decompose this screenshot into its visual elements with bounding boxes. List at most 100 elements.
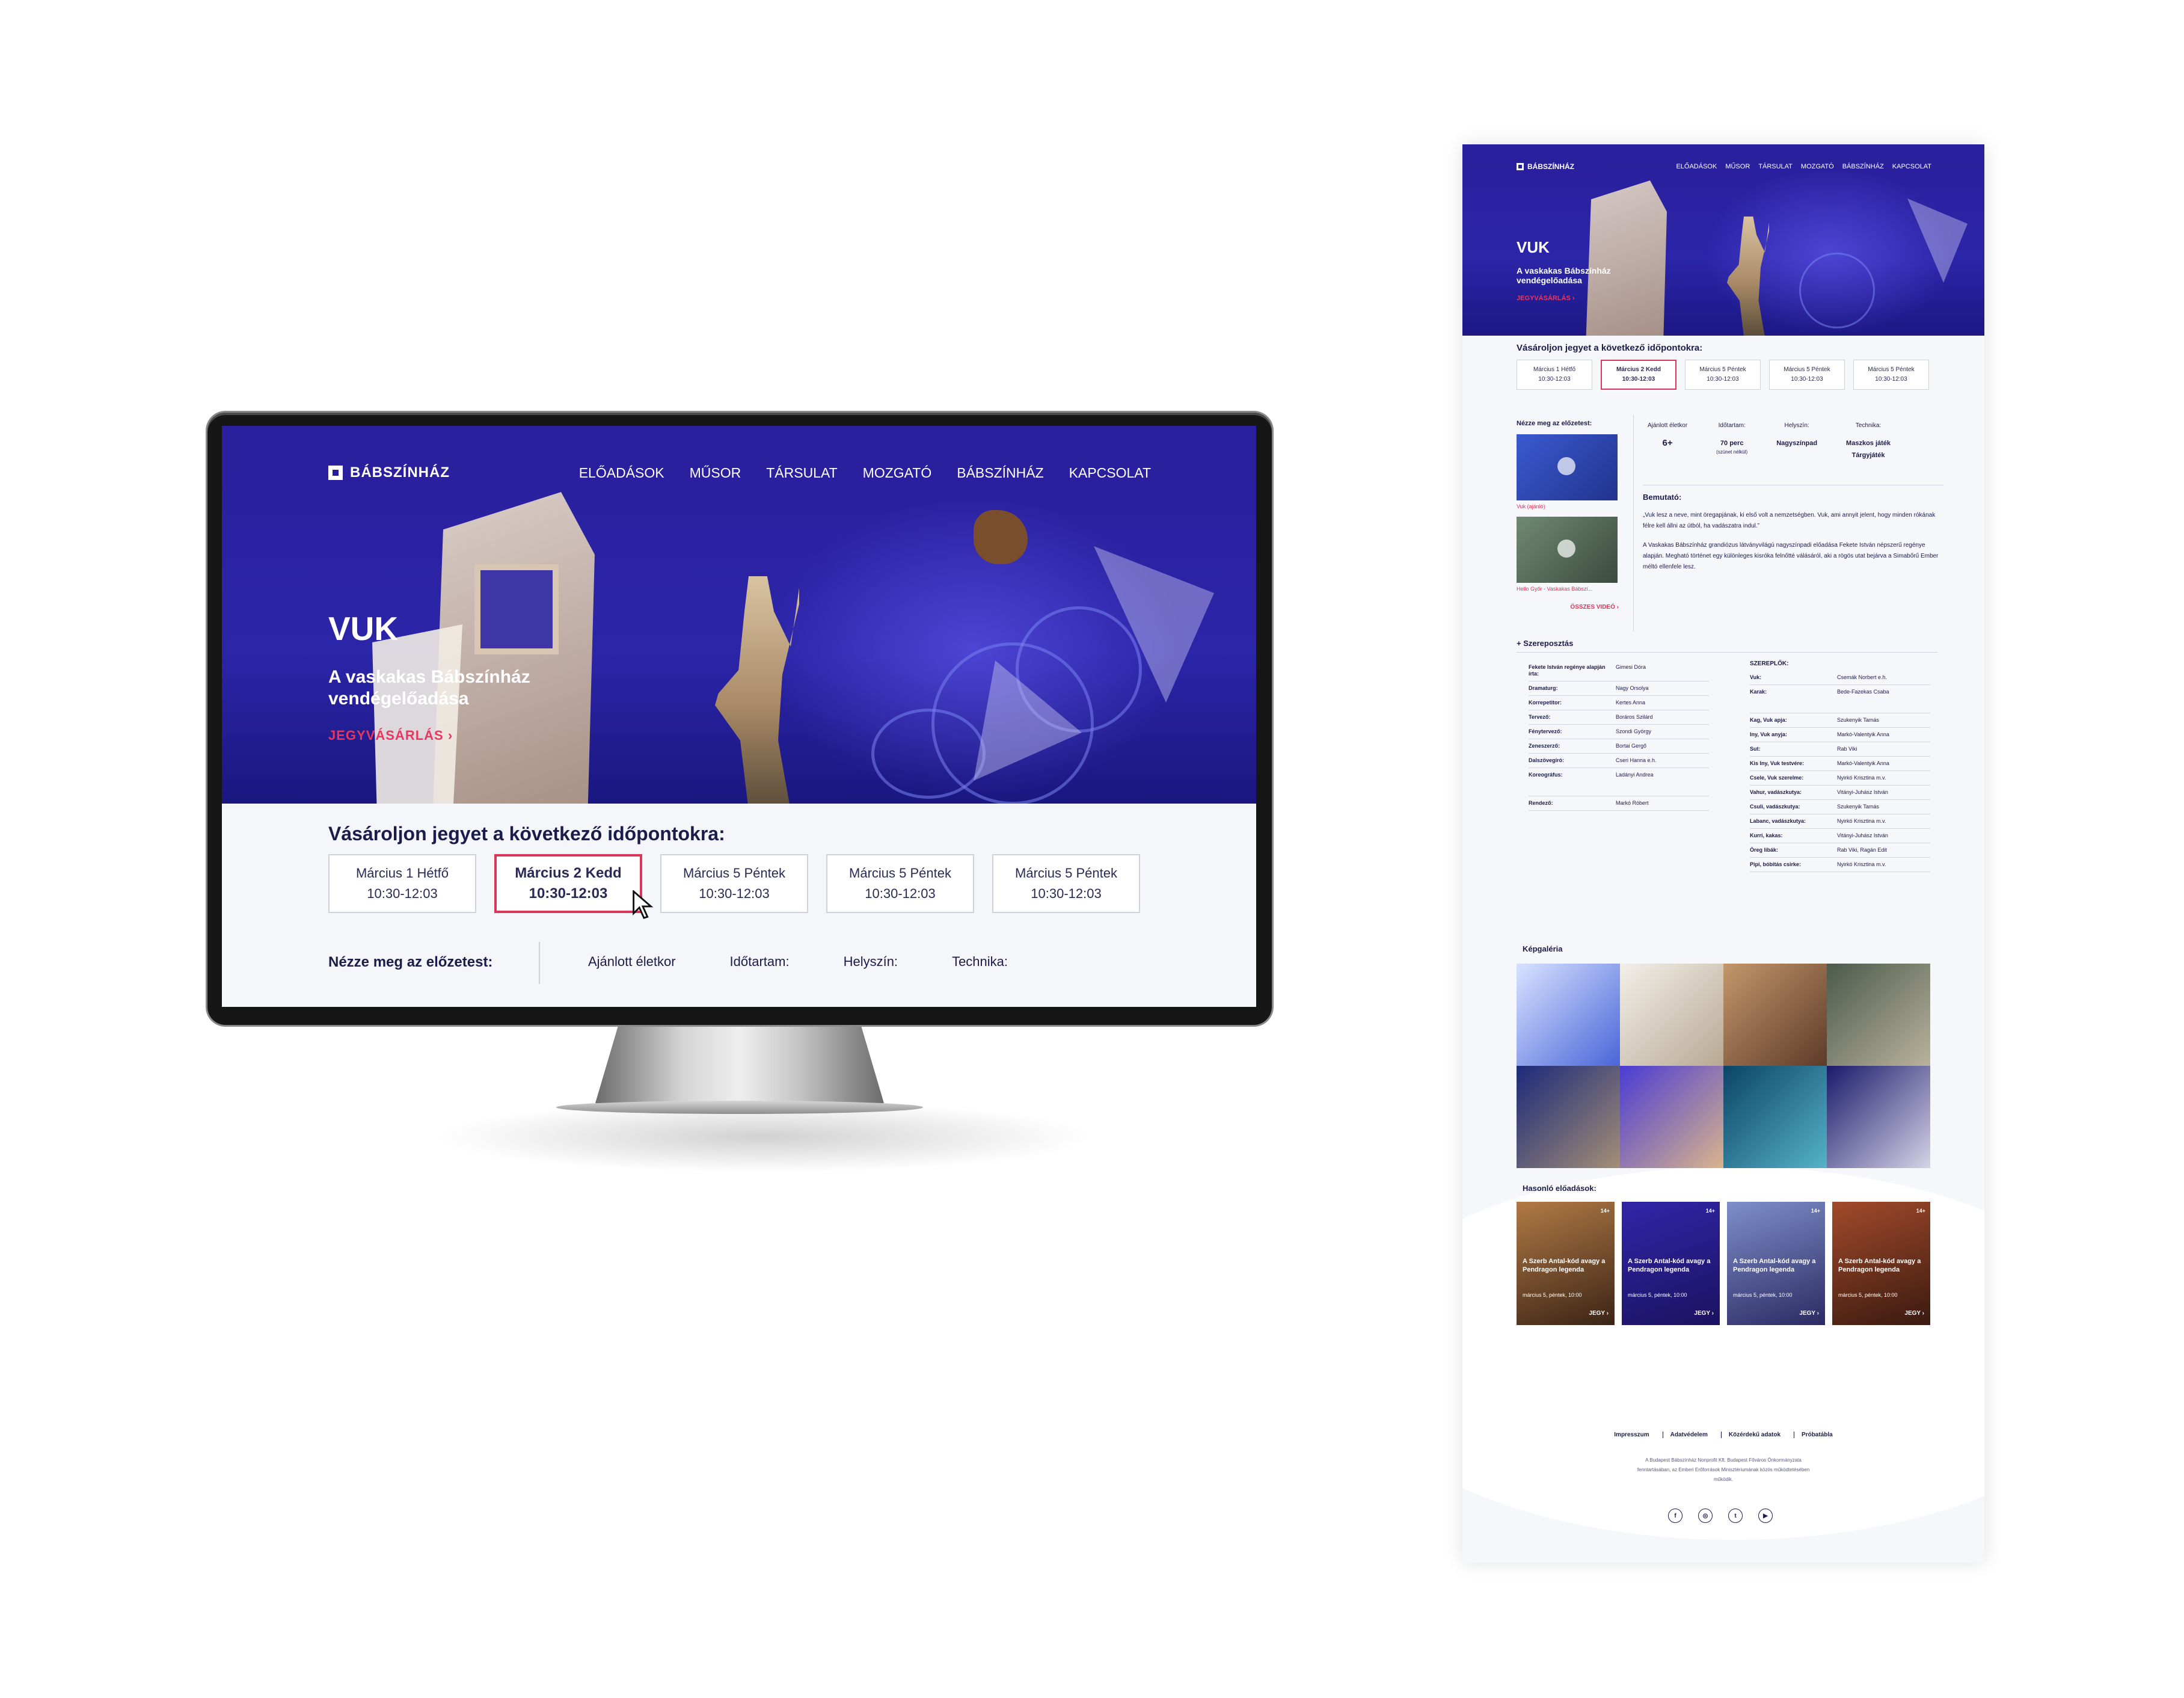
info-venue: Helyszín: Nagyszínpad (1776, 422, 1817, 461)
player-role: Kag, Vuk apja: (1750, 717, 1787, 723)
ticket-link[interactable]: JEGY › (1799, 1310, 1819, 1317)
crew-row: Fénytervező: Szondi György (1529, 725, 1709, 739)
nav-item-tarsulat[interactable]: TÁRSULAT (766, 465, 837, 481)
ticket-date-option[interactable]: Március 5 Péntek 10:30-12:03 (992, 854, 1140, 913)
ticket-date-option[interactable]: Március 5 Péntek 10:30-12:03 (1685, 360, 1761, 390)
value-technique: Maszkos játék (1846, 440, 1891, 447)
gallery-photo[interactable] (1723, 1066, 1827, 1168)
ticket-date-option[interactable]: Március 5 Péntek 10:30-12:03 (826, 854, 974, 913)
player-role: Vahur, vadászkutya: (1750, 789, 1802, 795)
video-caption[interactable]: Hello Győr - Vaskakas Bábszí... (1517, 586, 1619, 592)
crew-name: Nagy Orsolya (1616, 685, 1649, 691)
similar-show-card[interactable]: 14+ A Szerb Antal-kód avagy a Pendragon … (1622, 1202, 1720, 1325)
label-age: Ajánlott életkor (588, 954, 676, 969)
ticket-date-option[interactable]: Március 5 Péntek 10:30-12:03 (1769, 360, 1845, 390)
preview-title: Nézze meg az előzetest: (328, 954, 493, 970)
cast-title: Szereposztás (1523, 639, 1574, 648)
player-row: Csele, Vuk szerelme: Nyirkó Krisztina m.v… (1750, 771, 1930, 786)
nav-item-mozgato[interactable]: MOZGATÓ (1801, 163, 1834, 170)
mouse-cursor-icon (633, 890, 654, 919)
show-title: VUK (1517, 238, 1550, 256)
label-duration: Időtartam: (1718, 422, 1746, 429)
video-caption[interactable]: Vuk (ajánló) (1517, 503, 1619, 509)
footer-link-impresszum[interactable]: Impresszum (1614, 1432, 1649, 1438)
about-text: A Vaskakas Bábszínház grandiózus látvány… (1643, 542, 1939, 570)
crew-role: Korrepetitor: (1529, 700, 1562, 706)
logo-icon (328, 466, 343, 480)
video-thumbnail[interactable] (1517, 517, 1618, 583)
ticket-date-option-selected[interactable]: Március 2 Kedd 10:30-12:03 (494, 854, 642, 913)
photo-gallery (1517, 964, 1930, 1168)
gallery-photo[interactable] (1620, 1066, 1723, 1168)
similar-show-card[interactable]: 14+ A Szerb Antal-kód avagy a Pendragon … (1517, 1202, 1615, 1325)
gallery-photo[interactable] (1517, 1066, 1620, 1168)
page-hero: BÁBSZÍNHÁZ ELŐADÁSOK MŰSOR TÁRSULAT MOZG… (1462, 144, 1984, 336)
ticket-buy-link[interactable]: JEGYVÁSÁRLÁS › (328, 728, 453, 743)
nav-item-kapcsolat[interactable]: KAPCSOLAT (1892, 163, 1931, 170)
nav-item-mozgato[interactable]: MOZGATÓ (863, 465, 932, 481)
gallery-photo[interactable] (1723, 964, 1827, 1066)
crew-role: Rendező: (1529, 800, 1553, 806)
player-row: Pipi, bóbitás csirke: Nyirkó Krisztina m.… (1750, 858, 1930, 872)
similar-show-title: A Szerb Antal-kód avagy a Pendragon lege… (1733, 1258, 1816, 1273)
ticket-date-option[interactable]: Március 5 Péntek 10:30-12:03 (660, 854, 808, 913)
footer-link-kozerdeku[interactable]: Közérdekű adatok (1720, 1432, 1781, 1438)
cast-toggle[interactable]: + Szereposztás (1517, 639, 1573, 648)
gallery-photo[interactable] (1827, 1066, 1930, 1168)
footer-link-probatabla[interactable]: Próbatábla (1794, 1432, 1833, 1438)
date-time: 10:30-12:03 (1031, 886, 1102, 901)
crew-row: Rendező: Markó Róbert (1529, 796, 1709, 811)
nav-item-kapcsolat[interactable]: KAPCSOLAT (1069, 465, 1151, 481)
ticket-date-option[interactable]: Március 1 Hétfő 10:30-12:03 (1517, 360, 1592, 390)
similar-show-title: A Szerb Antal-kód avagy a Pendragon lege… (1838, 1258, 1921, 1273)
similar-show-card[interactable]: 14+ A Szerb Antal-kód avagy a Pendragon … (1727, 1202, 1825, 1325)
date-day: Március 1 Hétfő (1533, 366, 1576, 373)
hero-banner: BÁBSZÍNHÁZ ELŐADÁSOK MŰSOR TÁRSULAT MOZG… (222, 426, 1256, 804)
date-time: 10:30-12:03 (1791, 376, 1823, 383)
ticket-buy-link[interactable]: JEGYVÁSÁRLÁS › (1517, 295, 1575, 302)
site-logo[interactable]: BÁBSZÍNHÁZ (328, 464, 450, 481)
ticket-dates-title: Vásároljon jegyet a következő időpontokr… (1517, 343, 1703, 353)
instagram-icon[interactable]: ◎ (1698, 1509, 1713, 1523)
nav-item-musor[interactable]: MŰSOR (690, 465, 741, 481)
main-menu: ELŐADÁSOK MŰSOR TÁRSULAT MOZGATÓ BÁBSZÍN… (579, 465, 1151, 481)
nav-item-eloadasok[interactable]: ELŐADÁSOK (1676, 163, 1717, 170)
label-technique: Technika: (1855, 422, 1882, 429)
date-time: 10:30-12:03 (1707, 376, 1739, 383)
twitter-icon[interactable]: t (1728, 1509, 1743, 1523)
facebook-icon[interactable]: f (1668, 1509, 1682, 1523)
ticket-date-option[interactable]: Március 5 Péntek 10:30-12:03 (1853, 360, 1929, 390)
site-logo[interactable]: BÁBSZÍNHÁZ (1517, 162, 1574, 171)
crew-row: Zeneszerző: Bortai Gergő (1529, 739, 1709, 754)
gallery-photo[interactable] (1620, 964, 1723, 1066)
crew-name: Bortai Gergő (1616, 743, 1647, 749)
nav-item-eloadasok[interactable]: ELŐADÁSOK (579, 465, 664, 481)
nav-item-tarsulat[interactable]: TÁRSULAT (1758, 163, 1793, 170)
footer-link-adatvedelem[interactable]: Adatvédelem (1662, 1432, 1708, 1438)
crew-row: Korrepetitor: Kertes Anna (1529, 696, 1709, 710)
gallery-photo[interactable] (1827, 964, 1930, 1066)
nav-item-babszinhaz[interactable]: BÁBSZÍNHÁZ (1842, 163, 1884, 170)
show-title: VUK (328, 610, 399, 647)
ticket-link[interactable]: JEGY › (1589, 1310, 1609, 1317)
gallery-photo[interactable] (1517, 964, 1620, 1066)
value-duration: 70 perc (1720, 440, 1744, 447)
all-videos-link[interactable]: ÖSSZES VIDEÓ › (1517, 604, 1619, 611)
similar-show-card[interactable]: 14+ A Szerb Antal-kód avagy a Pendragon … (1832, 1202, 1930, 1325)
player-row: Csuli, vadászkutya: Szukenyik Tamás (1750, 800, 1930, 814)
date-time: 10:30-12:03 (367, 886, 438, 901)
crew-role: Koreográfus: (1529, 772, 1563, 778)
ticket-link[interactable]: JEGY › (1694, 1310, 1714, 1317)
player-role: Kurri, kakas: (1750, 832, 1783, 838)
video-thumbnail[interactable] (1517, 434, 1618, 500)
label-venue: Helyszín: (843, 954, 898, 969)
ticket-link[interactable]: JEGY › (1904, 1310, 1924, 1317)
nav-item-musor[interactable]: MŰSOR (1725, 163, 1750, 170)
nav-item-babszinhaz[interactable]: BÁBSZÍNHÁZ (957, 465, 1043, 481)
value-venue: Nagyszínpad (1776, 440, 1818, 447)
player-name: Markó-Valentyik Anna (1837, 731, 1889, 737)
youtube-icon[interactable]: ▶ (1758, 1509, 1773, 1523)
ticket-date-option-selected[interactable]: Március 2 Kedd 10:30-12:03 (1601, 360, 1676, 390)
player-row: Iny, Vuk anyja: Markó-Valentyik Anna (1750, 728, 1930, 742)
ticket-date-option[interactable]: Március 1 Hétfő 10:30-12:03 (328, 854, 476, 913)
